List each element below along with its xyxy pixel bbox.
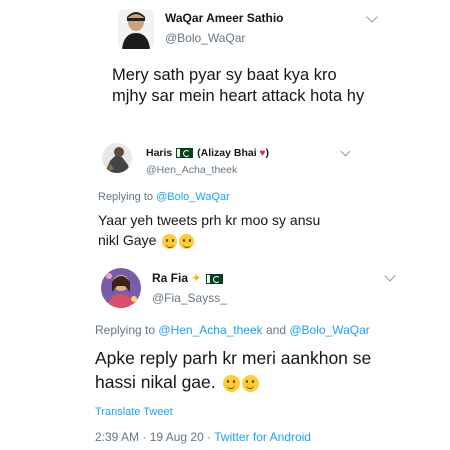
tweet2-name-suffix: (Alizay Bhai — [197, 147, 257, 159]
tweet1-text: Mery sath pyar sy baat kya kro mjhy sar … — [112, 66, 365, 105]
tweet-time[interactable]: 2:39 AM — [95, 430, 139, 444]
reply-mention-link[interactable]: @Bolo_WaQar — [289, 323, 369, 337]
pakistan-flag-icon — [176, 148, 194, 159]
tweet2-text: Yaar yeh tweets prh kr moo sy ansu nikl … — [98, 210, 328, 250]
tweet3-author-name[interactable]: Ra Fia ✦ — [152, 271, 224, 285]
replying-prefix: Replying to — [95, 323, 156, 337]
tweet3-handle[interactable]: @Fia_Sayss_ — [152, 291, 227, 305]
avatar[interactable] — [102, 143, 132, 173]
pakistan-flag-icon — [205, 273, 223, 284]
meta-separator: · — [142, 430, 147, 444]
tweet-date[interactable]: 19 Aug 20 — [150, 430, 204, 444]
tweet2-handle[interactable]: @Hen_Acha_theek — [146, 164, 237, 176]
chevron-down-icon[interactable] — [340, 146, 351, 157]
tweet3-name: Ra Fia — [152, 271, 189, 285]
reply-mention-link[interactable]: @Bolo_WaQar — [156, 191, 230, 203]
sparkle-icon: ✦ — [191, 271, 202, 285]
translate-tweet-link[interactable]: Translate Tweet — [95, 406, 173, 418]
tweet1-handle[interactable]: @Bolo_WaQar — [165, 31, 245, 45]
avatar[interactable] — [118, 9, 154, 49]
smile-emoji-icon — [241, 374, 259, 392]
chevron-down-icon[interactable] — [366, 11, 378, 23]
smile-emoji-icon — [179, 233, 195, 249]
tweet2-replying-to: Replying to @Bolo_WaQar — [98, 191, 230, 203]
replying-and: and — [265, 323, 287, 337]
meta-separator: · — [207, 430, 212, 444]
tweet2-name: Haris — [146, 147, 173, 159]
smile-emoji-icon — [162, 233, 178, 249]
tweet1-author-name[interactable]: WaQar Ameer Sathio — [165, 11, 283, 25]
avatar[interactable] — [101, 268, 141, 308]
tweet3-replying-to: Replying to @Hen_Acha_theek and @Bolo_Wa… — [95, 323, 370, 337]
tweet2-author-name[interactable]: Haris (Alizay Bhai ♥) — [146, 147, 269, 159]
chevron-down-icon[interactable] — [384, 270, 396, 282]
smile-emoji-icon — [222, 374, 240, 392]
tweet3-meta: 2:39 AM · 19 Aug 20 · Twitter for Androi… — [95, 430, 311, 444]
tweet2-text-content: Yaar yeh tweets prh kr moo sy ansu nikl … — [98, 212, 321, 248]
tweet-source-link[interactable]: Twitter for Android — [214, 430, 311, 444]
replying-prefix: Replying to — [98, 191, 154, 203]
tweet2-name-close: ) — [265, 147, 269, 159]
reply-mention-link[interactable]: @Hen_Acha_theek — [158, 323, 262, 337]
tweet3-text: Apke reply parh kr meri aankhon se hassi… — [95, 346, 395, 394]
